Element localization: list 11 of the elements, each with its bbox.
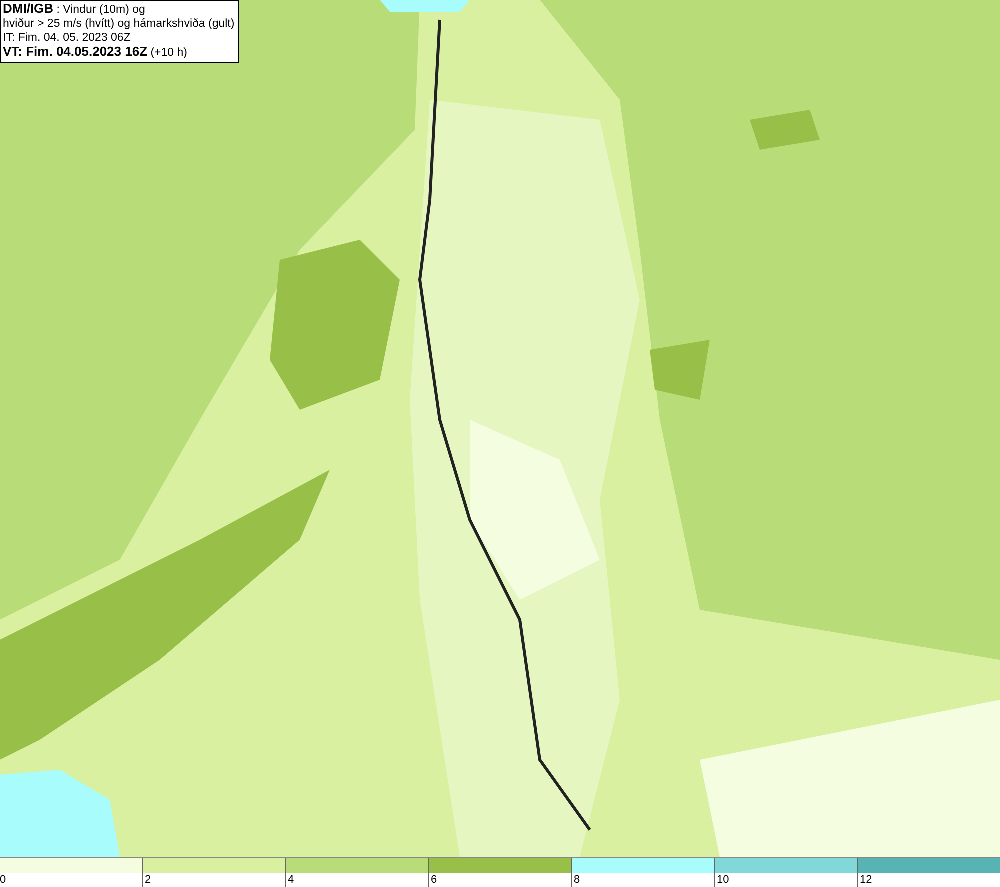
scale-label: 12 [860, 873, 872, 887]
scale-label: 8 [574, 873, 580, 887]
scale-label: 4 [288, 873, 294, 887]
map-title-line: hviður > 25 m/s (hvítt) og hámarkshviða (gult) [3, 17, 235, 31]
map-title-line: IT: Fim. 04. 05. 2023 06Z [3, 31, 132, 45]
scale-label: 10 [717, 873, 730, 887]
map-title-line: VT: Fim. 04.05.2023 16Z (+10 h) [3, 45, 188, 60]
scale-label: 6 [431, 873, 438, 887]
map-title-line: DMI/IGB : Vindur (10m) og [3, 2, 146, 17]
scale-label: 2 [145, 873, 152, 887]
scale-label: 0 [0, 873, 6, 887]
